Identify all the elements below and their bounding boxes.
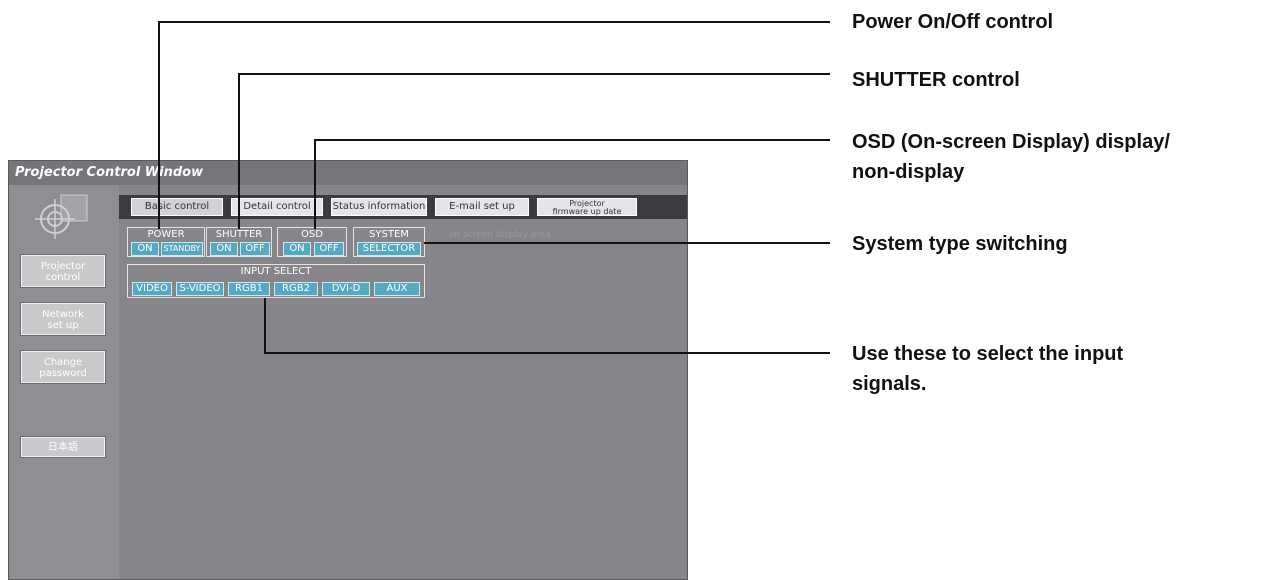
sidebar-item-japanese[interactable]: 日本語	[21, 437, 105, 457]
button-label: DVI-D	[331, 283, 361, 294]
power-label: POWER	[147, 229, 185, 240]
button-label: ON	[137, 243, 153, 254]
window-titlebar: Projector Control Window	[9, 161, 687, 186]
input-aux-button[interactable]: AUX	[374, 282, 420, 296]
power-leader-line	[158, 21, 160, 229]
tab-detail-control[interactable]: Detail control	[231, 198, 323, 216]
input-select-label: INPUT SELECT	[240, 266, 312, 277]
tab-bar: Basic control Detail control Status info…	[119, 195, 687, 219]
button-label: ON	[216, 243, 232, 254]
callout-osd: OSD (On-screen Display) display/	[852, 131, 1170, 153]
callout-osd-2: non-display	[852, 161, 965, 183]
tab-firmware-update[interactable]: Projector firmware up date	[537, 198, 637, 216]
shutter-leader-line	[238, 73, 830, 75]
osd-leader-line	[314, 139, 316, 229]
system-group: SYSTEM SELECTOR	[353, 227, 425, 257]
sidebar: Projector control Network set up Change …	[9, 185, 119, 579]
input-dvi-d-button[interactable]: DVI-D	[322, 282, 370, 296]
tab-label: E-mail set up	[449, 201, 515, 212]
osd-status-text: on screen display area	[449, 230, 551, 240]
window-title: Projector Control Window	[15, 165, 204, 180]
tab-basic-control[interactable]: Basic control	[131, 198, 223, 216]
tab-status-information[interactable]: Status information	[331, 198, 427, 216]
sidebar-item-network-set-up[interactable]: Network set up	[21, 303, 105, 335]
shutter-off-button[interactable]: OFF	[240, 242, 270, 256]
button-label: S-VIDEO	[179, 283, 221, 294]
callout-input: Use these to select the input	[852, 343, 1124, 365]
tab-label: Projector firmware up date	[552, 199, 622, 216]
tab-email-set-up[interactable]: E-mail set up	[435, 198, 529, 216]
input-video-button[interactable]: VIDEO	[132, 282, 172, 296]
input-leader-line	[264, 298, 266, 353]
power-group: POWER ON STANDBY	[127, 227, 205, 257]
osd-label: OSD	[301, 229, 323, 240]
system-label: SYSTEM	[369, 229, 409, 240]
input-s-video-button[interactable]: S-VIDEO	[176, 282, 224, 296]
input-leader-line	[264, 352, 830, 354]
main-panel: Basic control Detail control Status info…	[119, 185, 687, 579]
button-label: VIDEO	[136, 283, 168, 294]
button-label: RGB2	[282, 283, 310, 294]
sidebar-item-label: Projector control	[40, 261, 86, 283]
input-rgb1-button[interactable]: RGB1	[228, 282, 270, 296]
callout-system: System type switching	[852, 233, 1068, 255]
button-label: OFF	[245, 243, 265, 254]
shutter-group: SHUTTER ON OFF	[206, 227, 272, 257]
sidebar-item-label: 日本語	[48, 442, 78, 453]
callout-power: Power On/Off control	[852, 11, 1054, 33]
tab-label: Detail control	[243, 201, 311, 212]
tab-label: Basic control	[144, 201, 210, 212]
shutter-leader-line	[238, 73, 240, 229]
input-select-group: INPUT SELECT VIDEO S-VIDEO RGB1 RGB2 DVI…	[127, 264, 425, 298]
osd-off-button[interactable]: OFF	[314, 242, 344, 256]
sidebar-item-label: Network set up	[42, 309, 84, 331]
sidebar-item-label: Change password	[39, 357, 87, 379]
sidebar-item-projector-control[interactable]: Projector control	[21, 255, 105, 287]
projector-control-window: Projector Control Window Projector contr…	[8, 160, 688, 580]
projector-logo-icon	[35, 194, 88, 239]
power-standby-button[interactable]: STANDBY	[161, 242, 203, 256]
button-label: ON	[289, 243, 305, 254]
osd-on-button[interactable]: ON	[283, 242, 311, 256]
power-on-button[interactable]: ON	[131, 242, 159, 256]
power-leader-line	[158, 21, 830, 23]
callout-shutter: SHUTTER control	[852, 69, 1020, 91]
shutter-on-button[interactable]: ON	[210, 242, 238, 256]
osd-leader-line	[314, 139, 830, 141]
shutter-label: SHUTTER	[215, 229, 263, 240]
input-rgb2-button[interactable]: RGB2	[274, 282, 318, 296]
callout-input-2: signals.	[852, 373, 927, 395]
system-leader-line	[424, 242, 830, 244]
system-selector-button[interactable]: SELECTOR	[357, 242, 421, 256]
tab-label: Status information	[332, 201, 426, 212]
button-label: STANDBY	[163, 244, 201, 253]
button-label: AUX	[386, 283, 408, 294]
osd-group: OSD ON OFF	[277, 227, 347, 257]
button-label: RGB1	[235, 283, 263, 294]
button-label: OFF	[319, 243, 339, 254]
button-label: SELECTOR	[362, 243, 416, 254]
sidebar-item-change-password[interactable]: Change password	[21, 351, 105, 383]
